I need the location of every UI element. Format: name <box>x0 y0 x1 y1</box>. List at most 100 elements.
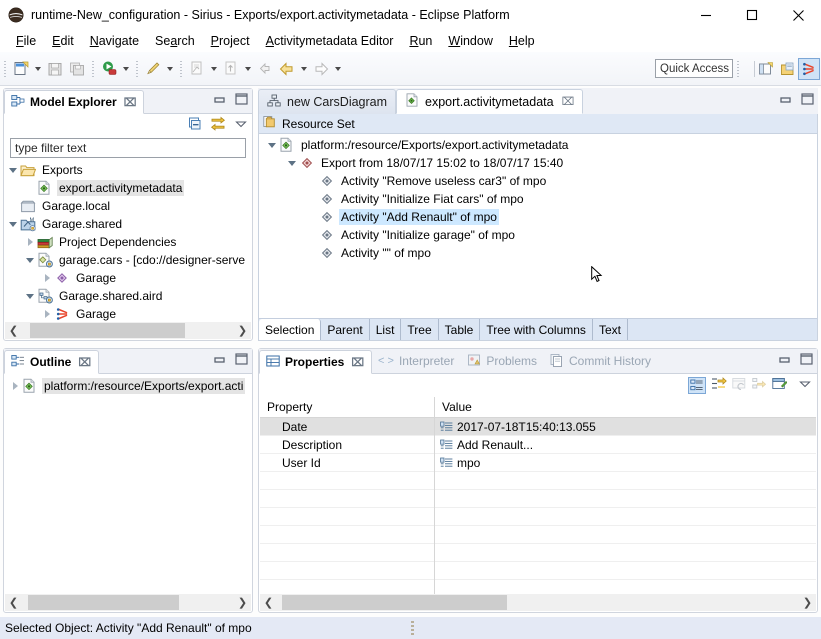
scroll-track[interactable] <box>22 594 234 611</box>
outline-hscrollbar[interactable]: ❮ ❯ <box>5 594 251 611</box>
chevron-right-icon[interactable] <box>40 305 54 323</box>
run-dropdown-icon[interactable] <box>164 58 176 80</box>
tree-row[interactable]: Activity "Remove useless car3" of mpo <box>259 172 817 190</box>
editor-bottom-tab-list[interactable]: List <box>370 319 402 340</box>
tree-row[interactable]: Exports <box>4 161 252 179</box>
scroll-thumb[interactable] <box>28 595 179 610</box>
run-debug-icon[interactable] <box>98 58 120 80</box>
minimize-icon[interactable] <box>780 94 792 108</box>
scroll-thumb[interactable] <box>282 595 506 610</box>
new-viewpoint-icon[interactable] <box>220 58 242 80</box>
new-wizard-icon[interactable] <box>10 58 32 80</box>
tab-interpreter[interactable]: < > Interpreter <box>372 349 461 373</box>
properties-row[interactable]: User Idmpo <box>260 454 816 472</box>
run-debug-dropdown-icon[interactable] <box>120 58 132 80</box>
toolbar-grip[interactable] <box>4 61 6 77</box>
pin-properties-icon[interactable] <box>752 377 767 394</box>
properties-row[interactable]: DescriptionAdd Renault... <box>260 436 816 454</box>
chevron-down-icon[interactable] <box>6 215 20 233</box>
tab-outline[interactable]: Outline ⌧ <box>4 350 99 374</box>
toolbar-grip-2[interactable] <box>92 61 94 77</box>
link-with-editor-icon[interactable] <box>210 116 226 134</box>
previous-annotation-icon[interactable] <box>276 58 298 80</box>
tab-properties[interactable]: Properties ⌧ <box>259 350 372 374</box>
show-categories-icon[interactable] <box>688 377 706 394</box>
maximize-icon[interactable] <box>235 93 248 108</box>
scroll-thumb[interactable] <box>30 323 185 338</box>
tree-row[interactable]: Activity "" of mpo <box>259 244 817 262</box>
tab-model-explorer[interactable]: Model Explorer ⌧ <box>4 90 144 114</box>
chevron-right-icon[interactable] <box>23 233 37 251</box>
editor-tab-export-activitymetadata[interactable]: export.activitymetadata ⌧ <box>396 89 583 114</box>
scroll-right-icon[interactable]: ❯ <box>234 594 251 611</box>
show-advanced-icon[interactable] <box>711 376 727 394</box>
tree-row[interactable]: Garage.local <box>4 197 252 215</box>
chevron-right-icon[interactable] <box>40 269 54 287</box>
sirius-perspective-icon[interactable] <box>798 58 820 80</box>
tree-row[interactable]: Garage.shared.aird <box>4 287 252 305</box>
minimize-icon[interactable] <box>214 354 226 368</box>
close-icon[interactable]: ⌧ <box>351 356 364 369</box>
menu-run[interactable]: Run <box>401 32 440 50</box>
scroll-track[interactable] <box>277 594 799 611</box>
scroll-right-icon[interactable]: ❯ <box>234 322 251 339</box>
resource-set-header[interactable]: Resource Set <box>259 114 817 134</box>
run-icon[interactable] <box>142 58 164 80</box>
properties-empty-row[interactable] <box>260 526 816 544</box>
chevron-down-icon[interactable] <box>23 287 37 305</box>
restore-default-icon[interactable] <box>732 377 747 394</box>
editor-bottom-tab-text[interactable]: Text <box>593 319 628 340</box>
back-history-icon[interactable] <box>254 58 276 80</box>
column-header-property[interactable]: Property <box>260 397 435 418</box>
tab-commit-history[interactable]: Commit History <box>544 349 658 373</box>
toolbar-grip-4[interactable] <box>180 61 182 77</box>
menu-project[interactable]: Project <box>203 32 258 50</box>
properties-empty-row[interactable] <box>260 562 816 580</box>
open-perspective-icon[interactable] <box>755 58 777 80</box>
chevron-down-icon[interactable] <box>265 136 279 154</box>
next-annotation-icon[interactable] <box>310 58 332 80</box>
chevron-down-icon[interactable] <box>285 154 299 172</box>
resource-perspective-icon[interactable] <box>777 58 799 80</box>
maximize-button[interactable] <box>729 0 775 30</box>
close-icon[interactable]: ⌧ <box>562 95 575 108</box>
properties-empty-row[interactable] <box>260 508 816 526</box>
chevron-down-icon[interactable] <box>23 251 37 269</box>
properties-row-value[interactable]: 2017-07-18T15:40:13.055 <box>435 418 816 436</box>
scroll-left-icon[interactable]: ❮ <box>5 594 22 611</box>
next-annotation-dropdown-icon[interactable] <box>332 58 344 80</box>
tree-row[interactable]: Garage <box>4 269 252 287</box>
tree-row[interactable]: Project Dependencies <box>4 233 252 251</box>
toolbar-grip-3[interactable] <box>136 61 138 77</box>
close-icon[interactable]: ⌧ <box>78 356 91 369</box>
filter-input[interactable]: type filter text <box>10 138 246 158</box>
menu-search[interactable]: Search <box>147 32 203 50</box>
menu-help[interactable]: Help <box>501 32 543 50</box>
view-menu-icon[interactable] <box>234 118 248 133</box>
scroll-left-icon[interactable]: ❮ <box>260 594 277 611</box>
properties-empty-row[interactable] <box>260 472 816 490</box>
tree-row[interactable]: Export from 18/07/17 15:02 to 18/07/17 1… <box>259 154 817 172</box>
tree-row[interactable]: Garage <box>4 305 252 323</box>
tree-row[interactable]: Activity "Initialize Fiat cars" of mpo <box>259 190 817 208</box>
new-viewpoint-dropdown-icon[interactable] <box>242 58 254 80</box>
status-resize-grip[interactable] <box>411 621 414 635</box>
tab-problems[interactable]: Problems <box>461 349 544 373</box>
menu-window[interactable]: Window <box>440 32 500 50</box>
model-explorer-hscrollbar[interactable]: ❮ ❯ <box>5 322 251 339</box>
new-sirius-spec-dropdown-icon[interactable] <box>208 58 220 80</box>
properties-empty-row[interactable] <box>260 490 816 508</box>
chevron-right-icon[interactable] <box>8 377 22 395</box>
editor-bottom-tab-tree-with-columns[interactable]: Tree with Columns <box>480 319 593 340</box>
properties-row-value[interactable]: mpo <box>435 454 816 472</box>
scroll-left-icon[interactable]: ❮ <box>5 322 22 339</box>
editor-tab-new-carsdiagram[interactable]: new CarsDiagram <box>258 89 396 114</box>
minimize-icon[interactable] <box>779 354 791 368</box>
properties-empty-row[interactable] <box>260 544 816 562</box>
editor-bottom-tab-selection[interactable]: Selection <box>259 319 321 340</box>
properties-hscrollbar[interactable]: ❮ ❯ <box>260 594 816 611</box>
tree-row[interactable]: export.activitymetadata <box>4 179 252 197</box>
menu-file[interactable]: File <box>8 32 44 50</box>
maximize-icon[interactable] <box>800 353 813 368</box>
menu-activitymetadata-editor[interactable]: Activitymetadata Editor <box>258 32 402 50</box>
